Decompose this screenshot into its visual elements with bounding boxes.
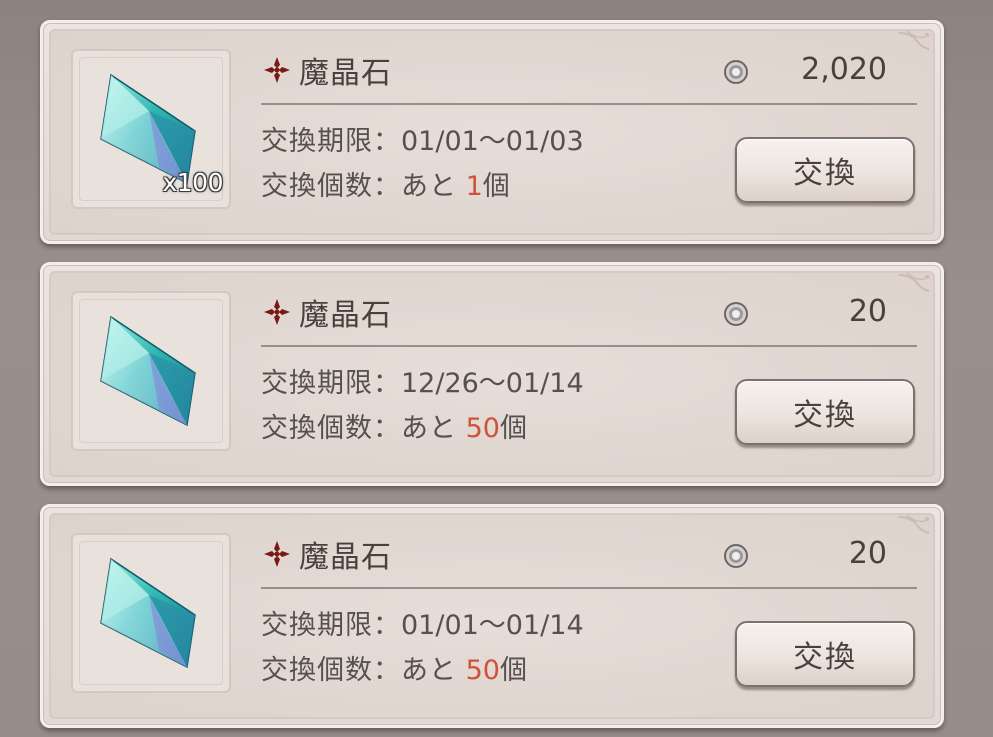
crystal-icon (100, 315, 196, 427)
silver-coin-icon (724, 60, 748, 84)
shop-item-card: 魔晶石 20 交換期限：01/01～01/14 交換個数：あと 50個 交換 (40, 504, 944, 728)
remaining-count: 50 (465, 413, 500, 444)
cross-ornament-icon (264, 541, 290, 567)
item-icon-frame[interactable]: x100 (71, 49, 231, 209)
divider (261, 345, 917, 347)
shop-item-card: 魔晶石 20 交換期限：12/26～01/14 交換個数：あと 50個 交換 (40, 262, 944, 486)
item-name-row: 魔晶石 (263, 291, 392, 333)
exchange-period: 交換期限：01/01～01/03 (261, 126, 584, 157)
cross-ornament-icon (264, 57, 290, 83)
remaining-count: 50 (465, 655, 500, 686)
silver-coin-icon (724, 544, 748, 568)
cross-ornament-icon (264, 299, 290, 325)
corner-ornament-icon (898, 514, 930, 534)
price-value: 20 (848, 536, 887, 571)
price-value: 20 (848, 294, 887, 329)
exchange-remaining: 交換個数：あと 1個 (261, 171, 510, 202)
exchange-remaining: 交換個数：あと 50個 (261, 413, 527, 444)
item-name: 魔晶石 (299, 298, 392, 333)
price-value: 2,020 (801, 52, 887, 87)
quantity-badge: x100 (162, 168, 223, 197)
item-icon-frame[interactable] (71, 291, 231, 451)
exchange-remaining: 交換個数：あと 50個 (261, 655, 527, 686)
divider (261, 587, 917, 589)
item-name: 魔晶石 (299, 56, 392, 91)
shop-item-card: x100 魔晶石 2,020 交換期限：01/01～01/03 交換個数：あと … (40, 20, 944, 244)
item-name: 魔晶石 (299, 540, 392, 575)
silver-coin-icon (724, 302, 748, 326)
remaining-count: 1 (465, 171, 483, 202)
item-name-row: 魔晶石 (263, 533, 392, 575)
exchange-button[interactable]: 交換 (735, 137, 915, 203)
exchange-button[interactable]: 交換 (735, 379, 915, 445)
divider (261, 103, 917, 105)
exchange-button[interactable]: 交換 (735, 621, 915, 687)
item-icon-frame[interactable] (71, 533, 231, 693)
item-name-row: 魔晶石 (263, 49, 392, 91)
exchange-period: 交換期限：12/26～01/14 (261, 368, 584, 399)
corner-ornament-icon (898, 30, 930, 50)
crystal-icon (100, 557, 196, 669)
exchange-period: 交換期限：01/01～01/14 (261, 610, 584, 641)
corner-ornament-icon (898, 272, 930, 292)
